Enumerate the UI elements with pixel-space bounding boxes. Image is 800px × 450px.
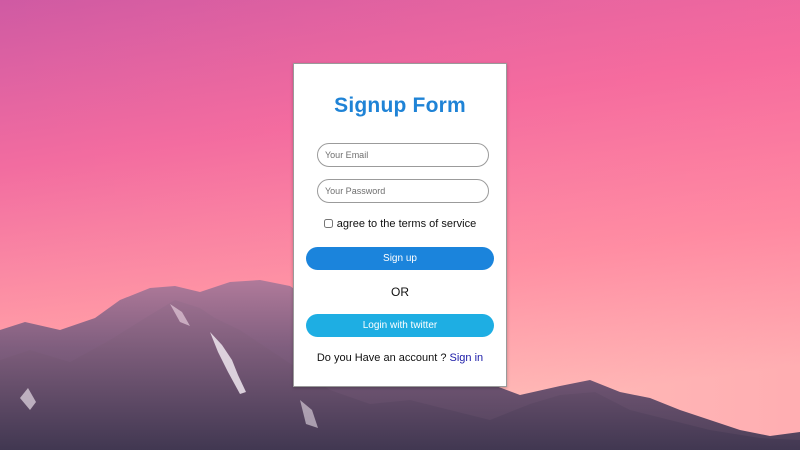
twitter-login-button[interactable]: Login with twitter [306, 314, 494, 337]
signup-button[interactable]: Sign up [306, 247, 494, 270]
account-prompt-row: Do you Have an account ? Sign in [294, 352, 506, 364]
terms-label: agree to the terms of service [336, 218, 477, 230]
terms-checkbox[interactable] [323, 219, 333, 228]
account-prompt-text: Do you Have an account ? [316, 352, 447, 364]
sign-in-link[interactable]: Sign in [450, 352, 484, 364]
password-input[interactable] [317, 179, 489, 203]
form-title: Signup Form [334, 94, 466, 117]
or-divider: OR [391, 285, 409, 299]
signup-form-card: Signup Form agree to the terms of servic… [293, 63, 507, 387]
terms-row: agree to the terms of service [294, 218, 506, 230]
email-input[interactable] [317, 143, 489, 167]
